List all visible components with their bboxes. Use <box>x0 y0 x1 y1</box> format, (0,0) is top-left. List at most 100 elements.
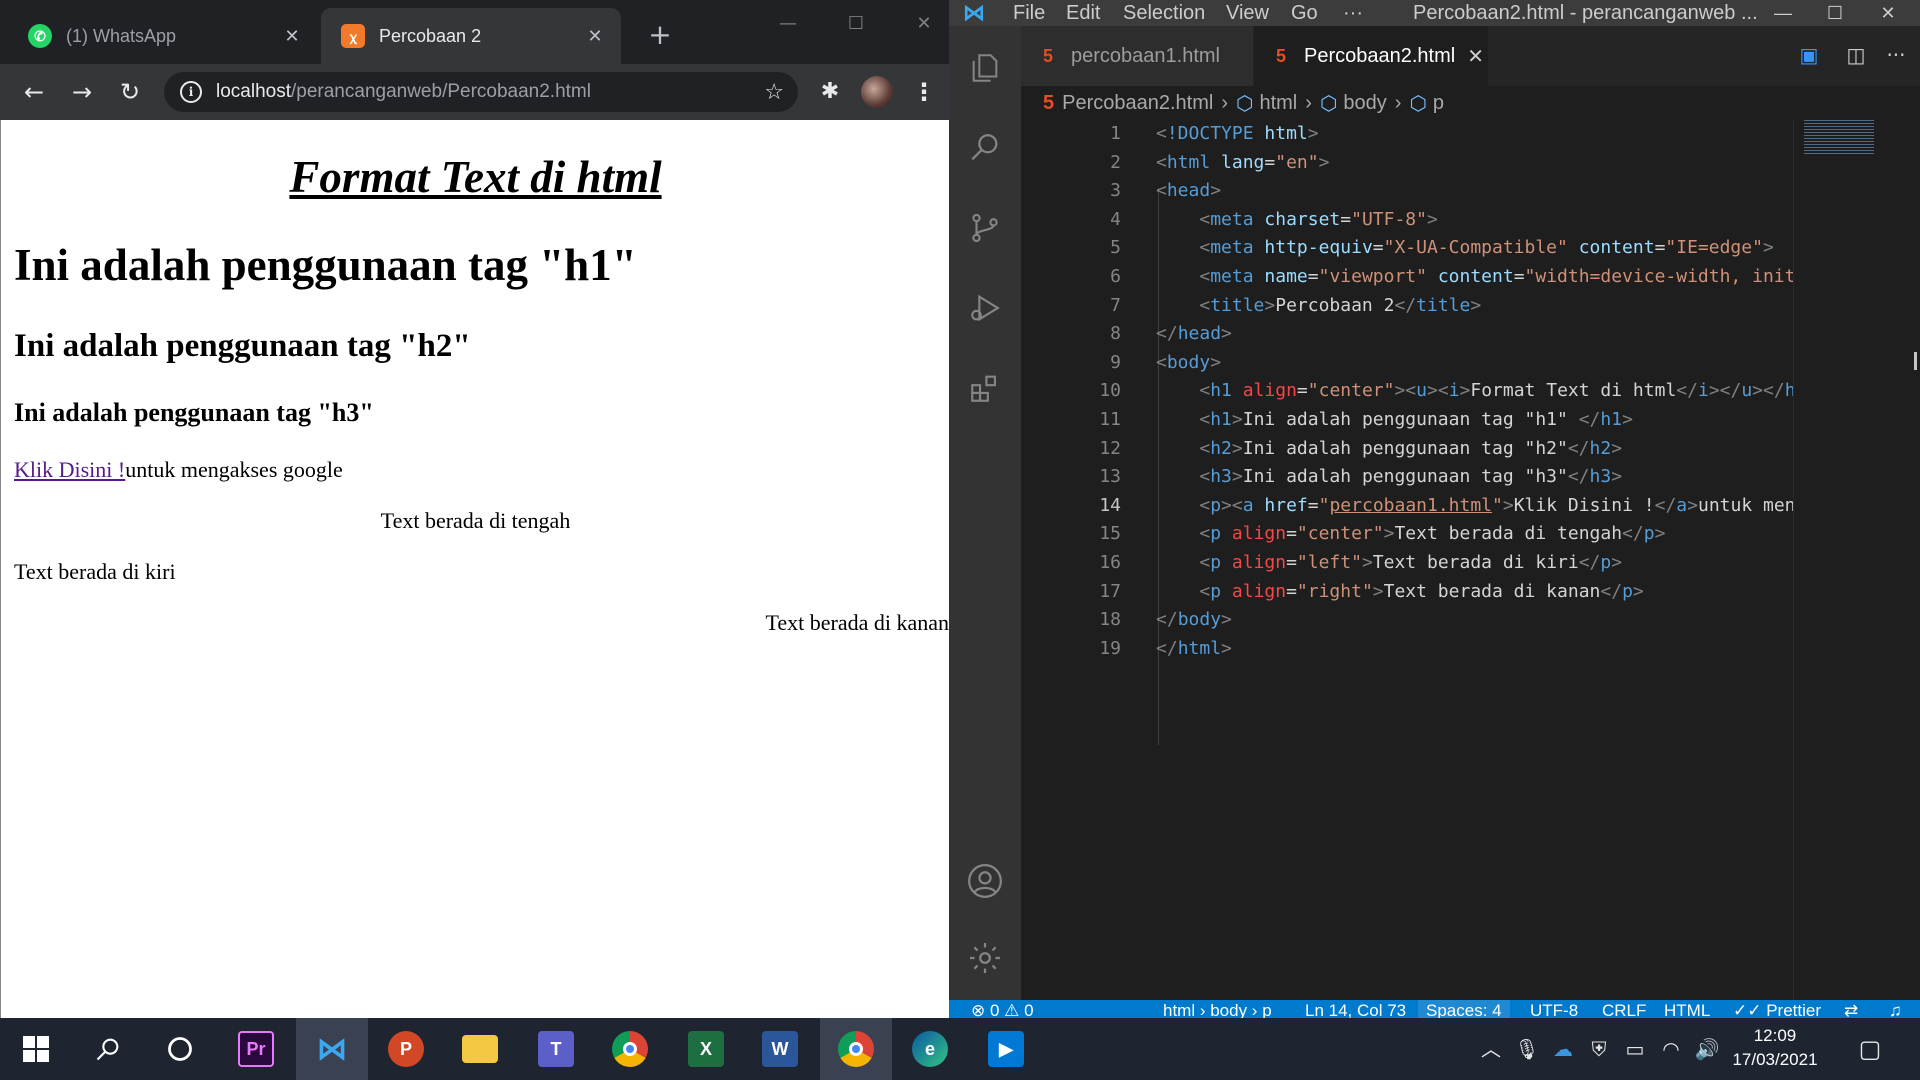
breadcrumb-file[interactable]: Percobaan2.html <box>1062 92 1213 115</box>
taskbar-cortana[interactable] <box>144 1018 216 1080</box>
account-icon[interactable] <box>963 859 1007 903</box>
code-line-2[interactable]: <html lang="en"> <box>1156 149 1329 178</box>
code-line-17[interactable]: <p align="right">Text berada di kanan</p… <box>1156 578 1643 607</box>
taskbar-word[interactable]: W <box>744 1018 816 1080</box>
code-line-19[interactable]: </html> <box>1156 635 1232 664</box>
system-clock[interactable]: 12:09 17/03/2021 <box>1726 1024 1824 1072</box>
show-hidden-icons-chevron[interactable]: ︿ <box>1476 1036 1506 1062</box>
code-line-4[interactable]: <meta charset="UTF-8"> <box>1156 206 1437 235</box>
taskbar-powerpoint[interactable]: P <box>370 1018 442 1080</box>
close-icon[interactable]: ✕ <box>280 24 304 48</box>
code-line-10[interactable]: <h1 align="center"><u><i>Format Text di … <box>1156 377 1817 406</box>
code-line-3[interactable]: <head> <box>1156 177 1221 206</box>
code-line-14[interactable]: <p><a href="percobaan1.html">Klik Disini… <box>1156 492 1828 521</box>
info-icon[interactable]: i <box>180 81 202 103</box>
volume-icon[interactable]: 🔊 <box>1692 1036 1722 1062</box>
taskbar-search[interactable] <box>72 1018 144 1080</box>
editor-tab-percobaan2[interactable]: 5 Percobaan2.html ✕ <box>1254 26 1488 86</box>
start-button[interactable] <box>0 1018 72 1080</box>
code-line-15[interactable]: <p align="center">Text berada di tengah<… <box>1156 520 1665 549</box>
taskbar-file-explorer[interactable] <box>444 1018 516 1080</box>
menu-selection[interactable]: Selection <box>1123 0 1205 26</box>
more-menu-icon[interactable]: ⋮ <box>912 78 936 106</box>
split-editor-icon[interactable]: ◫ <box>1843 42 1869 68</box>
code-line-6[interactable]: <meta name="viewport" content="width=dev… <box>1156 263 1828 292</box>
battery-icon[interactable]: ▭ <box>1620 1036 1650 1062</box>
onedrive-icon[interactable]: ☁ <box>1548 1036 1578 1062</box>
tab-whatsapp[interactable]: ✆ (1) WhatsApp ✕ <box>8 8 318 64</box>
menu-more[interactable]: ··· <box>1343 0 1363 26</box>
menu-go[interactable]: Go <box>1291 0 1318 26</box>
close-icon[interactable]: ✕ <box>583 24 607 48</box>
settings-gear-icon[interactable] <box>963 936 1007 980</box>
minimap[interactable] <box>1793 120 1920 1000</box>
prettier-status[interactable]: ✓✓ Prettier <box>1733 1000 1821 1018</box>
address-bar[interactable]: i localhost/perancanganweb/Percobaan2.ht… <box>164 72 798 112</box>
taskbar-edge[interactable]: e <box>894 1018 966 1080</box>
run-debug-icon[interactable] <box>963 286 1007 330</box>
problems-status[interactable]: ⊗ 0 ⚠ 0 <box>971 1000 1034 1018</box>
reload-button[interactable]: ↻ <box>116 78 144 106</box>
breadcrumb-body[interactable]: body <box>1343 92 1386 115</box>
source-control-icon[interactable] <box>963 206 1007 250</box>
microphone-icon[interactable]: 🎙 <box>1512 1036 1542 1062</box>
breadcrumb-p[interactable]: p <box>1433 92 1444 115</box>
code-line-18[interactable]: </body> <box>1156 606 1232 635</box>
bookmark-star-icon[interactable]: ☆ <box>764 80 784 105</box>
code-line-5[interactable]: <meta http-equiv="X-UA-Compatible" conte… <box>1156 234 1773 263</box>
taskbar-chrome-profile[interactable] <box>820 1018 892 1080</box>
menu-edit[interactable]: Edit <box>1066 0 1100 26</box>
code-line-8[interactable]: </head> <box>1156 320 1232 349</box>
editor-tab-percobaan1[interactable]: 5 percobaan1.html <box>1021 26 1253 86</box>
breadcrumb-html[interactable]: html <box>1259 92 1297 115</box>
new-tab-button[interactable]: + <box>644 20 676 52</box>
menu-file[interactable]: File <box>1013 0 1045 26</box>
forward-button[interactable]: → <box>68 78 96 106</box>
tab-percobaan-2[interactable]: ꭓ Percobaan 2 ✕ <box>321 8 621 64</box>
code-lines[interactable]: <!DOCTYPE html> <html lang="en"> <head> … <box>1156 120 1856 1000</box>
profile-avatar[interactable] <box>861 76 893 108</box>
close-window-button[interactable]: ✕ <box>904 10 944 38</box>
code-line-13[interactable]: <h3>Ini adalah penggunaan tag "h3"</h3> <box>1156 463 1622 492</box>
search-icon[interactable] <box>963 126 1007 170</box>
code-line-12[interactable]: <h2>Ini adalah penggunaan tag "h2"</h2> <box>1156 435 1622 464</box>
minimize-button[interactable]: — <box>1760 0 1806 26</box>
extensions-icon[interactable] <box>963 366 1007 410</box>
taskbar-teams[interactable]: T <box>520 1018 592 1080</box>
wifi-icon[interactable]: ◠ <box>1656 1036 1686 1062</box>
taskbar-chrome[interactable] <box>594 1018 666 1080</box>
code-line-9[interactable]: <body> <box>1156 349 1221 378</box>
action-center-icon[interactable]: ▢ <box>1855 1036 1885 1062</box>
taskbar-vscode[interactable]: ⋈ <box>296 1018 368 1080</box>
open-preview-icon[interactable]: ▣ <box>1796 42 1822 68</box>
more-actions-icon[interactable]: ··· <box>1883 42 1909 68</box>
scrollbar-marker[interactable] <box>1914 352 1917 370</box>
menu-view[interactable]: View <box>1226 0 1269 26</box>
code-editor[interactable]: 1 2 3 4 5 6 7 8 9 10 11 12 13 14 15 16 1… <box>1021 120 1920 1000</box>
taskbar-media-player[interactable]: ▶ <box>970 1018 1042 1080</box>
url-text[interactable]: localhost/perancanganweb/Percobaan2.html <box>216 81 764 103</box>
language-mode[interactable]: HTML <box>1664 1000 1710 1018</box>
maximize-button[interactable]: ☐ <box>836 10 876 38</box>
notifications-bell-icon[interactable]: ♫ <box>1889 1000 1902 1018</box>
indentation-status[interactable]: Spaces: 4 <box>1418 1000 1510 1018</box>
extensions-puzzle-icon[interactable]: ✱ <box>816 78 844 106</box>
close-window-button[interactable]: ✕ <box>1865 0 1911 26</box>
cursor-position[interactable]: Ln 14, Col 73 <box>1305 1000 1406 1018</box>
code-line-16[interactable]: <p align="left">Text berada di kiri</p> <box>1156 549 1622 578</box>
taskbar-excel[interactable]: X <box>670 1018 742 1080</box>
maximize-button[interactable]: ☐ <box>1812 0 1858 26</box>
code-line-11[interactable]: <h1>Ini adalah penggunaan tag "h1" </h1> <box>1156 406 1633 435</box>
klik-disini-link[interactable]: Klik Disini ! <box>14 457 125 482</box>
encoding-status[interactable]: UTF-8 <box>1530 1000 1578 1018</box>
taskbar-premiere[interactable]: Pr <box>220 1018 292 1080</box>
close-icon[interactable]: ✕ <box>1467 44 1484 69</box>
windows-security-icon[interactable]: ⛨ <box>1584 1036 1614 1062</box>
feedback-icon[interactable]: ⇄ <box>1844 1000 1858 1018</box>
code-line-1[interactable]: <!DOCTYPE html> <box>1156 120 1319 149</box>
explorer-icon[interactable] <box>963 46 1007 90</box>
eol-status[interactable]: CRLF <box>1602 1000 1646 1018</box>
minimize-button[interactable]: — <box>768 10 808 38</box>
code-line-7[interactable]: <title>Percobaan 2</title> <box>1156 292 1481 321</box>
back-button[interactable]: ← <box>20 78 48 106</box>
